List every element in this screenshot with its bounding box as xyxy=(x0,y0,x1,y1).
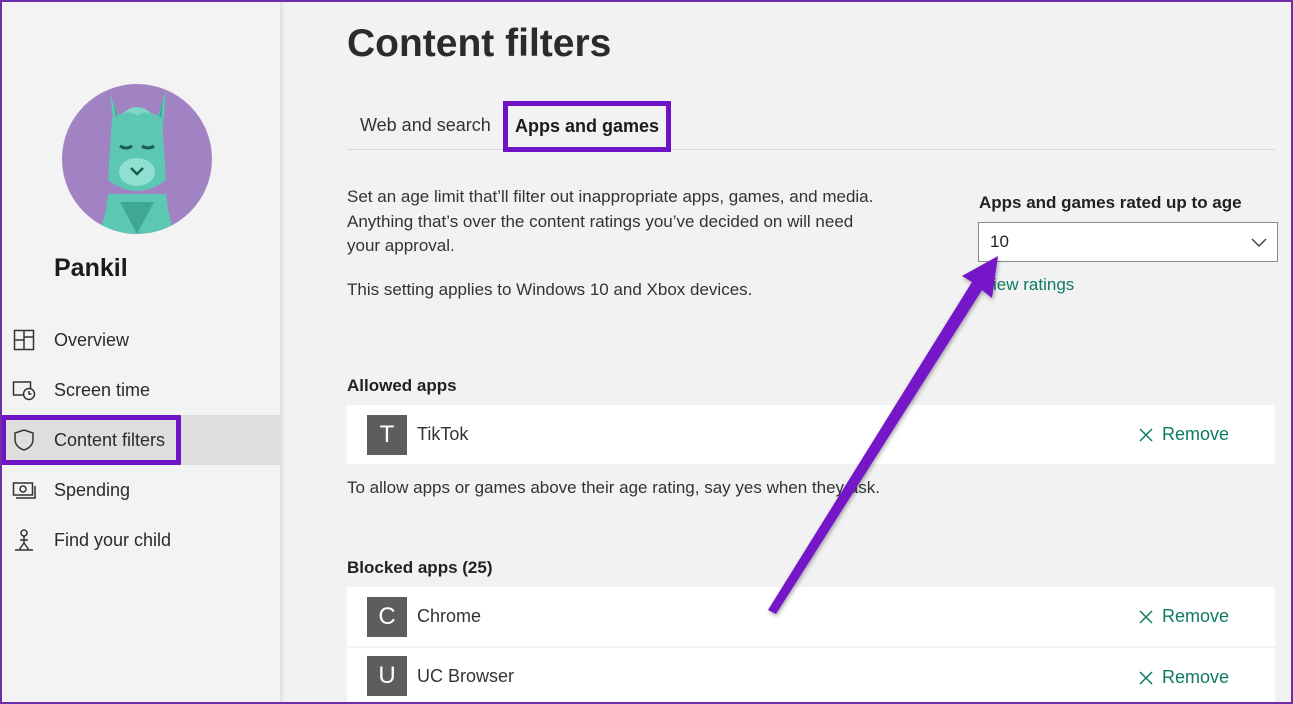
llama-avatar-icon xyxy=(92,90,182,234)
chevron-down-icon xyxy=(1251,238,1267,248)
blocked-apps-title: Blocked apps (25) xyxy=(347,558,493,577)
profile-name: Pankil xyxy=(54,254,128,282)
sidebar-item-label: Spending xyxy=(54,479,131,500)
sidebar-item-label: Find your child xyxy=(54,529,172,550)
list-item: C Chrome Remove xyxy=(347,587,1275,646)
page-title: Content filters xyxy=(347,22,612,65)
age-limit-value: 10 xyxy=(990,232,1009,251)
view-ratings-link[interactable]: View ratings xyxy=(982,275,1074,295)
sidebar: Pankil Overview Screen time Content filt… xyxy=(0,0,280,704)
main-content: Content filters Web and search Apps and … xyxy=(347,0,1278,704)
tab-web-and-search[interactable]: Web and search xyxy=(360,100,491,150)
app-icon: U xyxy=(367,656,407,696)
highlight-box xyxy=(1,415,181,465)
remove-button[interactable]: Remove xyxy=(1138,587,1229,646)
person-location-icon xyxy=(12,528,36,552)
sidebar-item-spending[interactable]: Spending xyxy=(0,465,280,515)
sidebar-item-label: Screen time xyxy=(54,379,151,400)
tab-bar: Web and search Apps and games xyxy=(347,100,1275,152)
remove-label: Remove xyxy=(1161,606,1229,626)
allowed-apps-title: Allowed apps xyxy=(347,376,457,395)
app-name: TikTok xyxy=(417,424,469,444)
allow-note: To allow apps or games above their age r… xyxy=(347,478,880,497)
description-text: Set an age limit that’ll filter out inap… xyxy=(347,187,874,255)
list-item: T TikTok Remove xyxy=(347,405,1275,464)
devices-note: This setting applies to Windows 10 and X… xyxy=(347,280,753,299)
app-icon: T xyxy=(367,414,407,455)
tab-apps-and-games[interactable]: Apps and games xyxy=(503,101,671,152)
sidebar-item-overview[interactable]: Overview xyxy=(0,315,280,365)
app-icon: C xyxy=(367,596,407,637)
remove-button[interactable]: Remove xyxy=(1138,405,1229,464)
remove-label: Remove xyxy=(1161,667,1229,687)
avatar[interactable] xyxy=(62,84,212,234)
overview-icon xyxy=(12,328,36,352)
money-icon xyxy=(12,478,36,502)
sidebar-item-find-your-child[interactable]: Find your child xyxy=(0,515,280,565)
app-name: UC Browser xyxy=(417,665,515,686)
age-limit-label: Apps and games rated up to age xyxy=(979,193,1242,212)
sidebar-item-label: Overview xyxy=(54,329,130,350)
close-icon xyxy=(1139,670,1153,685)
close-icon xyxy=(1139,609,1153,624)
remove-label: Remove xyxy=(1161,424,1229,444)
sidebar-item-content-filters[interactable]: Content filters xyxy=(0,415,280,465)
app-name: Chrome xyxy=(417,606,482,626)
screen-time-icon xyxy=(12,378,36,402)
list-item: U UC Browser Remove xyxy=(347,648,1275,704)
remove-button[interactable]: Remove xyxy=(1138,648,1229,704)
sidebar-item-screen-time[interactable]: Screen time xyxy=(0,365,280,415)
age-limit-dropdown[interactable]: 10 xyxy=(978,222,1278,262)
sidebar-nav: Overview Screen time Content filters Spe… xyxy=(0,315,280,565)
close-icon xyxy=(1139,427,1153,442)
